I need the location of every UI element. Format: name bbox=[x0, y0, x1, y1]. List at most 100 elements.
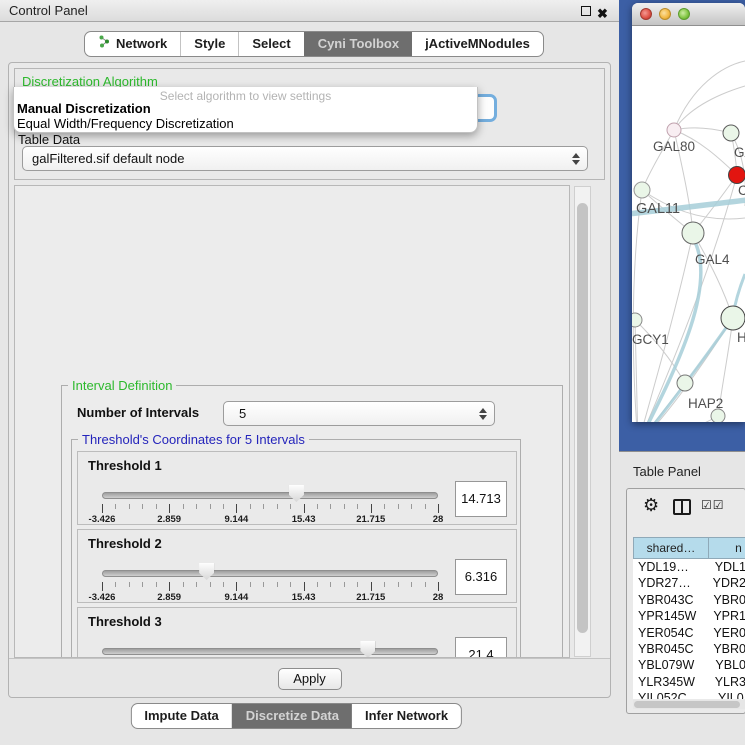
tab-select[interactable]: Select bbox=[238, 32, 303, 56]
checkbox-icons[interactable]: ☑☑ bbox=[701, 498, 725, 512]
network-canvas[interactable]: GAL80GAGAL11CGAL4GCY1HHAP2 bbox=[632, 26, 745, 422]
table-h-scrollbar[interactable] bbox=[633, 700, 745, 709]
column-header-shared-name[interactable]: shared… bbox=[633, 537, 709, 559]
threshold-2-value-field[interactable]: 6.316 bbox=[455, 559, 507, 595]
table-panel-box: ⚙ ☑☑ shared… n YDL19…YDL1YDR27…YDR2YBR04… bbox=[626, 488, 745, 714]
network-node[interactable] bbox=[677, 375, 693, 391]
cell-name[interactable]: YBR0 bbox=[708, 592, 745, 608]
network-node[interactable] bbox=[729, 167, 745, 184]
cell-shared-name[interactable]: YDL19… bbox=[633, 559, 710, 575]
table-data-combobox[interactable]: galFiltered.sif default node bbox=[22, 146, 588, 171]
cell-name[interactable]: YDL1 bbox=[710, 559, 745, 575]
tick-mark bbox=[425, 582, 426, 587]
network-node-label: GA bbox=[734, 145, 745, 160]
cell-shared-name[interactable]: YDR27… bbox=[633, 575, 708, 591]
tick-mark bbox=[115, 582, 116, 587]
close-traffic-light[interactable] bbox=[640, 8, 652, 20]
network-window-titlebar[interactable] bbox=[632, 3, 745, 26]
tick-mark bbox=[371, 582, 372, 591]
close-icon[interactable]: ✖ bbox=[597, 3, 608, 24]
table-row[interactable]: YDL19…YDL1 bbox=[633, 559, 745, 575]
cell-name[interactable]: YER0 bbox=[708, 625, 745, 641]
network-node[interactable] bbox=[667, 123, 681, 137]
tab-discretize-data[interactable]: Discretize Data bbox=[232, 704, 352, 728]
dropdown-option-equal-width[interactable]: Equal Width/Frequency Discretization bbox=[14, 116, 477, 131]
tab-network[interactable]: Network bbox=[85, 32, 180, 56]
zoom-traffic-light[interactable] bbox=[678, 8, 690, 20]
table-h-scrollbar-thumb[interactable] bbox=[634, 701, 740, 708]
tick-label: 15.43 bbox=[292, 592, 316, 603]
network-node-label: H bbox=[737, 330, 745, 345]
apply-button[interactable]: Apply bbox=[278, 668, 342, 690]
tick-mark bbox=[183, 504, 184, 509]
table-row[interactable]: YLR345WYLR3 bbox=[633, 674, 745, 690]
cell-shared-name[interactable]: YBR045C bbox=[633, 641, 708, 657]
table-row[interactable]: YBR045CYBR0 bbox=[633, 641, 745, 657]
slider-track[interactable] bbox=[102, 570, 438, 577]
network-node[interactable] bbox=[723, 125, 739, 141]
threshold-label: Threshold 1 bbox=[88, 458, 162, 473]
number-of-intervals-spinner[interactable]: 5 bbox=[223, 401, 495, 426]
tick-mark bbox=[169, 504, 170, 513]
tab-style[interactable]: Style bbox=[180, 32, 238, 56]
cell-name[interactable]: YIL0 bbox=[713, 690, 744, 699]
cell-name[interactable]: YDR2 bbox=[708, 575, 745, 591]
cell-shared-name[interactable]: YBL079W bbox=[633, 657, 710, 673]
network-node[interactable] bbox=[634, 182, 650, 198]
slider-track[interactable] bbox=[102, 492, 438, 499]
threshold-1-panel: Threshold 1 -3.4262.8599.14415.4321.7152… bbox=[77, 451, 517, 525]
apply-row: Apply bbox=[9, 658, 610, 697]
threshold-3-value-field[interactable]: 21.4 bbox=[455, 637, 507, 658]
cell-shared-name[interactable]: YER054C bbox=[633, 625, 708, 641]
dropdown-option-manual[interactable]: Manual Discretization bbox=[14, 101, 477, 116]
threshold-2-slider[interactable]: -3.4262.8599.14415.4321.71528 bbox=[102, 566, 438, 602]
cell-name[interactable]: YBR0 bbox=[708, 641, 745, 657]
table-row[interactable]: YBR043CYBR0 bbox=[633, 592, 745, 608]
panel-scrollbar-thumb[interactable] bbox=[577, 203, 588, 633]
tab-impute-data[interactable]: Impute Data bbox=[131, 704, 231, 728]
cell-name[interactable]: YLR3 bbox=[710, 674, 745, 690]
minimize-traffic-light[interactable] bbox=[659, 8, 671, 20]
slider-thumb[interactable] bbox=[360, 641, 375, 658]
slider-thumb[interactable] bbox=[199, 563, 214, 580]
network-node[interactable] bbox=[682, 222, 704, 244]
cell-shared-name[interactable]: YPR145W bbox=[633, 608, 708, 624]
network-node[interactable] bbox=[721, 306, 745, 330]
tick-mark bbox=[196, 582, 197, 587]
cell-shared-name[interactable]: YIL052C bbox=[633, 690, 713, 699]
network-node[interactable] bbox=[632, 313, 642, 327]
table-row[interactable]: YBL079WYBL0 bbox=[633, 657, 745, 673]
tick-label: 21.715 bbox=[356, 514, 385, 525]
network-icon bbox=[98, 32, 111, 56]
table-row[interactable]: YPR145WYPR1 bbox=[633, 608, 745, 624]
tab-jactivemnodules[interactable]: jActiveMNodules bbox=[412, 32, 543, 56]
tick-mark bbox=[102, 504, 103, 513]
panel-scrollbar[interactable] bbox=[574, 186, 591, 657]
cell-shared-name[interactable]: YBR043C bbox=[633, 592, 708, 608]
tick-mark bbox=[304, 504, 305, 513]
split-columns-icon[interactable] bbox=[673, 499, 691, 515]
tab-cyni-toolbox[interactable]: Cyni Toolbox bbox=[304, 32, 412, 56]
cell-name[interactable]: YPR1 bbox=[708, 608, 745, 624]
threshold-1-value-field[interactable]: 14.713 bbox=[455, 481, 507, 517]
tick-label: 15.43 bbox=[292, 514, 316, 525]
slider-thumb[interactable] bbox=[289, 485, 304, 502]
table-row[interactable]: YER054CYER0 bbox=[633, 625, 745, 641]
table-row[interactable]: YDR27…YDR2 bbox=[633, 575, 745, 591]
slider-track[interactable] bbox=[102, 648, 438, 655]
tick-mark bbox=[277, 504, 278, 509]
gear-icon[interactable]: ⚙ bbox=[643, 495, 659, 516]
threshold-3-slider[interactable]: -3.4262.8599.14415.4321.71528 bbox=[102, 644, 438, 658]
dropdown-placeholder-item[interactable]: Select algorithm to view settings bbox=[14, 87, 477, 101]
threshold-1-slider[interactable]: -3.4262.8599.14415.4321.71528 bbox=[102, 488, 438, 524]
cell-shared-name[interactable]: YLR345W bbox=[633, 674, 710, 690]
tab-infer-network[interactable]: Infer Network bbox=[352, 704, 461, 728]
tick-mark bbox=[290, 582, 291, 587]
float-window-icon[interactable] bbox=[581, 6, 591, 16]
cell-name[interactable]: YBL0 bbox=[710, 657, 745, 673]
tick-mark bbox=[425, 504, 426, 509]
column-header-name[interactable]: n bbox=[709, 537, 745, 559]
table-row[interactable]: YIL052CYIL0 bbox=[633, 690, 745, 699]
bottom-tab-bar: Impute DataDiscretize DataInfer Network bbox=[130, 703, 462, 729]
tick-mark bbox=[304, 582, 305, 591]
